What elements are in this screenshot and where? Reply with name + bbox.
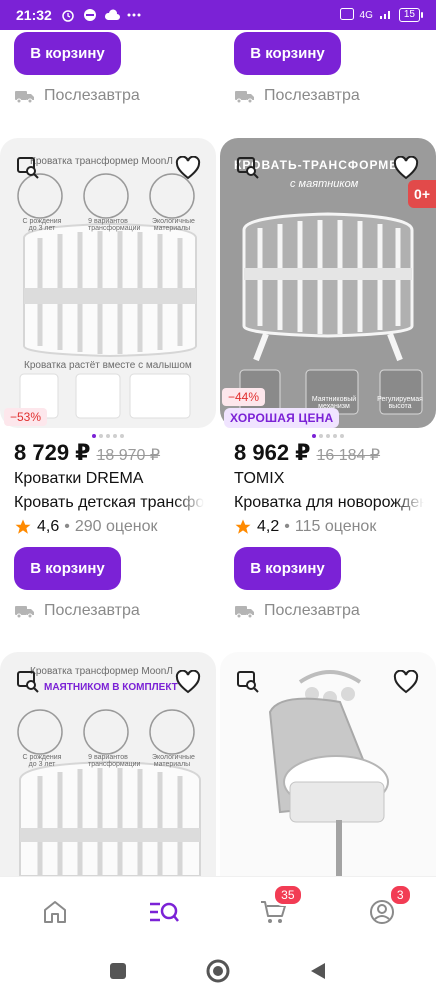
delivery-info: Послезавтра — [234, 87, 360, 105]
favorite-button[interactable] — [392, 668, 420, 696]
image-search-icon — [17, 157, 39, 179]
heart-icon — [393, 670, 419, 694]
truck-icon — [235, 91, 254, 104]
discount-badge: −44% — [222, 388, 266, 406]
image-feature: 9 вариантов трансформации — [88, 754, 141, 768]
find-similar-button[interactable] — [234, 668, 262, 696]
network-type: 4G — [359, 9, 373, 21]
image-pager — [92, 434, 124, 438]
product-price: 8 729 ₽ 18 970 ₽ — [14, 440, 160, 466]
image-caption: МАЯТНИКОМ В КОМПЛЕКТ — [44, 682, 178, 693]
profile-count-badge: 3 — [388, 883, 412, 906]
find-similar-button[interactable] — [14, 154, 42, 182]
favorite-button[interactable] — [392, 154, 420, 182]
nav-profile[interactable]: 3 — [362, 883, 412, 932]
find-similar-button[interactable] — [14, 668, 42, 696]
product-brand[interactable]: Кроватки DREMA — [14, 470, 143, 488]
product-title[interactable]: Кроватка для новорожденных — [234, 494, 424, 512]
image-search-icon — [237, 157, 259, 179]
old-price: 18 970 ₽ — [96, 447, 161, 464]
image-feature: Регулируемая высота — [377, 396, 423, 410]
alarm-icon — [60, 7, 76, 23]
product-price: 8 962 ₽ 16 184 ₽ — [234, 440, 380, 466]
image-feature: С рождения до 3 лет — [22, 218, 62, 232]
nav-home[interactable] — [35, 892, 75, 932]
image-caption: Кроватка трансформер MoonЛ — [30, 666, 173, 677]
find-similar-button[interactable] — [234, 154, 262, 182]
delivery-info: Послезавтра — [234, 602, 360, 620]
image-pager — [312, 434, 344, 438]
delivery-label: Послезавтра — [44, 87, 140, 104]
truck-icon — [15, 606, 34, 619]
star-icon — [235, 519, 251, 534]
image-feature: 9 вариантов трансформации — [88, 218, 141, 232]
image-feature: С рождения до 3 лет — [22, 754, 62, 768]
nav-cart[interactable]: 35 — [253, 883, 303, 932]
product-rating: 4,2 • 115 оценок — [234, 518, 376, 536]
heart-icon — [175, 670, 201, 694]
favorite-button[interactable] — [174, 154, 202, 182]
image-search-icon — [237, 671, 259, 693]
add-to-cart-button[interactable]: В корзину — [234, 32, 341, 75]
current-price: 8 729 ₽ — [14, 440, 91, 465]
home-icon — [43, 900, 66, 923]
status-right: 4G 15 — [339, 7, 424, 23]
back-triangle-icon — [311, 962, 325, 979]
bottom-navigation: 35 3 — [0, 876, 436, 946]
discount-badge: −53% — [4, 408, 48, 426]
image-caption: Кроватка трансформер MoonЛ — [30, 156, 173, 167]
image-subtitle: с маятником — [290, 178, 359, 190]
delivery-info: Послезавтра — [14, 602, 140, 620]
product-title[interactable]: Кровать детская трансформер — [14, 494, 204, 512]
current-price: 8 962 ₽ — [234, 440, 311, 465]
add-to-cart-button[interactable]: В корзину — [234, 547, 341, 590]
truck-icon — [15, 91, 34, 104]
heart-icon — [175, 156, 201, 180]
delivery-label: Послезавтра — [264, 602, 360, 619]
reviews-count: 115 оценок — [294, 518, 377, 535]
truck-icon — [235, 606, 254, 619]
signal-icon — [379, 8, 393, 23]
delivery-label: Послезавтра — [44, 602, 140, 619]
heart-icon — [393, 156, 419, 180]
image-caption: Кроватка растёт вместе с малышом — [24, 360, 192, 371]
delivery-info: Послезавтра — [14, 87, 140, 105]
old-price: 16 184 ₽ — [316, 447, 381, 464]
good-price-badge: ХОРОШАЯ ЦЕНА — [224, 408, 340, 428]
image-feature: Экологичные материалы — [152, 218, 195, 232]
image-feature: Экологичные материалы — [152, 754, 195, 768]
volte-icon — [339, 7, 354, 23]
status-bar: 21:32 4G 15 — [0, 0, 436, 30]
age-badge: 0+ — [408, 180, 436, 208]
circle-icon — [206, 959, 230, 982]
nav-catalog[interactable] — [144, 892, 184, 932]
add-to-cart-button[interactable]: В корзину — [14, 32, 121, 75]
rating-value: 4,6 — [37, 518, 60, 535]
delivery-label: Послезавтра — [264, 87, 360, 104]
home-button[interactable] — [205, 958, 231, 989]
system-navigation — [0, 946, 436, 1000]
rating-value: 4,2 — [257, 518, 280, 535]
catalog-search-icon — [149, 902, 179, 922]
cart-count-badge: 35 — [273, 883, 303, 906]
image-search-icon — [17, 671, 39, 693]
recent-apps-button[interactable] — [109, 962, 127, 985]
no-disturb-icon — [82, 7, 98, 23]
square-icon — [110, 962, 126, 979]
cloud-icon — [104, 7, 120, 23]
product-brand[interactable]: TOMIX — [234, 470, 284, 488]
more-icon — [126, 7, 142, 23]
reviews-count: 290 оценок — [74, 518, 158, 535]
add-to-cart-button[interactable]: В корзину — [14, 547, 121, 590]
status-time: 21:32 — [16, 7, 52, 23]
battery-indicator: 15 — [398, 8, 424, 22]
star-icon — [15, 519, 31, 534]
favorite-button[interactable] — [174, 668, 202, 696]
product-rating: 4,6 • 290 оценок — [14, 518, 158, 536]
back-button[interactable] — [309, 961, 327, 986]
